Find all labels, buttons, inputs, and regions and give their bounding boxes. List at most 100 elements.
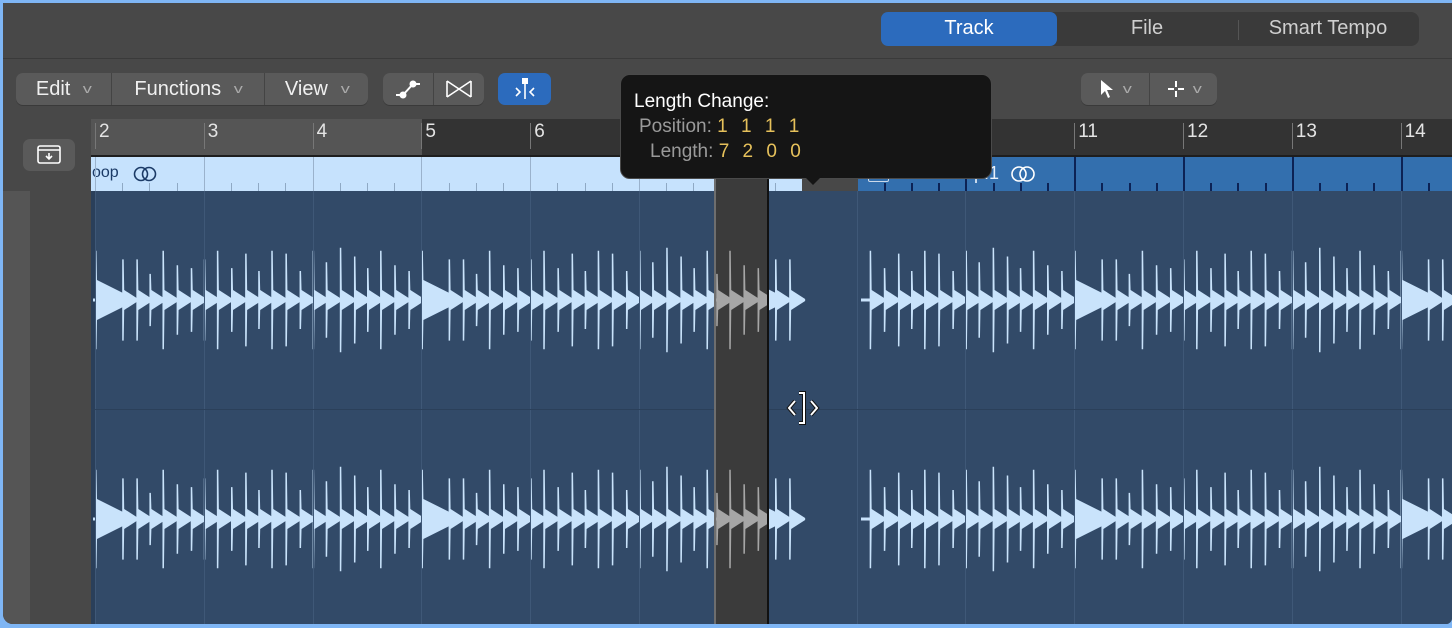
resized-region-gap[interactable] [714,175,769,624]
bar-gridline [95,191,96,624]
region-beat-tick [1047,183,1049,191]
ruler-tick [203,123,205,149]
region-beat-tick [530,157,532,191]
bar-gridline [1400,191,1402,624]
automation-curve-icon [396,80,420,99]
region-beat-tick [666,183,668,191]
menu-group: Edit v Functions v View v [16,73,368,105]
chevron-down-icon: v [340,81,350,96]
region-beat-tick [1019,183,1022,191]
edit-menu[interactable]: Edit v [16,73,112,105]
waveform-area[interactable] [91,191,1452,624]
length-value: 7 2 0 0 [718,141,805,162]
tooltip-length-row: Length: 7 2 0 0 [650,141,805,163]
tooltip-pointer [803,175,823,185]
region-beat-tick [992,183,995,191]
left-click-tool-menu[interactable]: v [1081,73,1150,105]
region-beat-tick [203,157,205,191]
waveform-baseline [861,517,1452,521]
bar-gridline [203,191,205,624]
position-label: Position: [639,116,712,137]
ghost-waveform [716,250,767,569]
ruler-bar-number: 3 [207,121,219,142]
waveform [93,247,1452,572]
waveform-baseline [716,298,767,302]
region-beat-tick [149,183,151,191]
crossfade-icon [446,80,472,98]
region-beat-tick [883,183,886,191]
region-beat-tick [1346,183,1349,191]
bar-gridline [1183,191,1184,624]
region-beat-tick [1291,157,1294,191]
resize-region-length-icon [786,391,820,425]
edit-tools-group [383,73,484,105]
command-click-tool-menu[interactable]: v [1150,73,1218,105]
ruler-bar-number: 4 [316,121,328,142]
bar-gridline [1291,191,1293,624]
audio-track-editor-window: Track File Smart Tempo Edit v Functions … [3,3,1452,624]
waveform-baseline [93,298,799,302]
region-beat-tick [231,183,232,191]
region-beat-tick [475,183,477,191]
functions-menu[interactable]: Functions v [112,73,266,105]
ruler-bar-number: 2 [99,121,110,142]
bar-gridline [856,191,858,624]
region-name: oop [92,164,119,181]
region-beat-tick [1319,183,1321,191]
chevron-down-icon: v [1192,81,1202,96]
catch-playhead-icon [37,145,61,164]
region-beat-tick [938,183,941,191]
chevron-down-icon: v [83,81,93,96]
tab-file[interactable]: File [1057,12,1237,46]
region-beat-tick [1210,183,1213,191]
region-beat-tick [312,157,314,191]
flex-marker-icon [514,78,535,99]
view-menu[interactable]: View v [265,73,368,105]
ruler-tick [1183,123,1184,149]
ruler-bar-number: 5 [425,121,436,142]
loop-icon [133,166,157,182]
crossfade-button[interactable] [434,73,484,105]
ruler-bar-number: 12 [1187,121,1209,142]
functions-menu-label: Functions [134,78,222,100]
editor-mode-segmented-control: Track File Smart Tempo [881,12,1419,46]
region-beat-tick [693,183,695,191]
region-beat-tick [1074,157,1077,191]
tab-smart-tempo[interactable]: Smart Tempo [1237,12,1419,46]
position-value: 1 1 1 1 [717,116,804,137]
region-beat-tick [1427,183,1430,191]
tool-selectors: v v [1081,73,1217,105]
tab-track[interactable]: Track [881,12,1057,46]
region-beat-tick [911,183,913,191]
region-beat-tick [1101,183,1104,191]
tooltip-position-row: Position: 1 1 1 1 [639,116,803,138]
region-beat-tick [1237,183,1240,191]
bar-gridline [530,191,532,624]
ruler-tick [1400,123,1402,149]
editor-header: Track File Smart Tempo [3,3,1452,59]
region-beat-tick [339,183,341,191]
length-change-tooltip: Length Change: Position: 1 1 1 1 Length:… [620,74,992,179]
cycle-area[interactable] [91,119,422,155]
crosshair-icon [1168,81,1184,97]
view-menu-label: View [284,78,328,100]
automation-button[interactable] [383,73,434,105]
flex-mode-button[interactable] [498,73,551,105]
region-beat-tick [421,157,423,191]
region-beat-tick [1373,183,1376,191]
region-beat-tick [611,183,613,191]
region-beat-tick [367,183,368,191]
waveform-baseline [861,298,1452,302]
tooltip-title: Length Change: [634,91,770,112]
bar-gridline [639,191,640,624]
ruler-tick [421,123,423,149]
bar-gridline [965,191,967,624]
ruler-tick [1074,123,1076,149]
ruler-bar-number: 14 [1404,121,1426,142]
region-beat-tick [176,183,178,191]
ruler-bar-number: 6 [534,121,545,142]
track-color-strip [3,191,30,624]
waveform-baseline [93,517,799,521]
edit-menu-label: Edit [35,78,71,100]
catch-button[interactable] [23,139,75,171]
